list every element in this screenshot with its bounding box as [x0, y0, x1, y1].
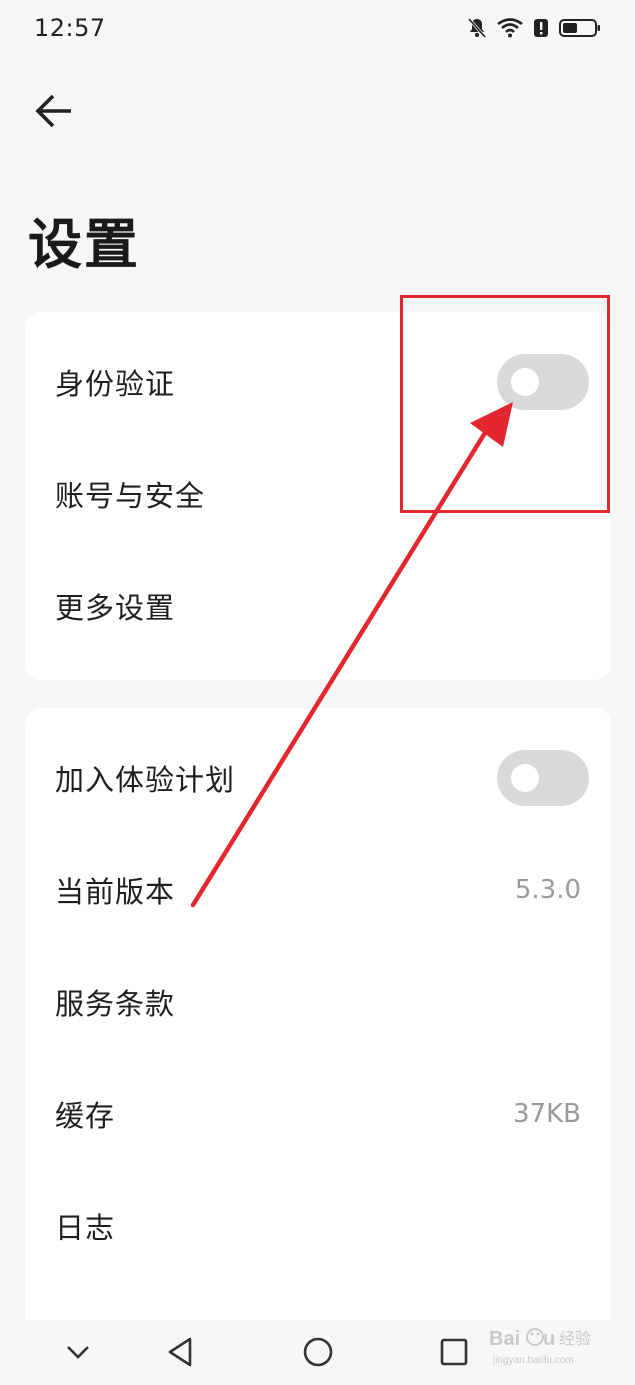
svg-text:Bai: Bai: [489, 1328, 520, 1350]
settings-card-primary: 身份验证 账号与安全 更多设置: [25, 312, 611, 680]
row-label: 身份验证: [55, 367, 176, 401]
baidu-jingyan-watermark: Bai u 经验 jingyan.baidu.com: [487, 1316, 597, 1372]
status-icons: [467, 17, 601, 39]
row-cache[interactable]: 缓存 37KB: [25, 1058, 611, 1170]
settings-card-secondary: 加入体验计划 当前版本 5.3.0 服务条款 缓存 37KB 日志: [25, 708, 611, 1348]
back-triangle-icon: [166, 1336, 194, 1372]
version-value: 5.3.0: [514, 875, 581, 905]
row-terms-of-service[interactable]: 服务条款: [25, 946, 611, 1058]
toggle-knob: [511, 368, 539, 396]
identity-verification-toggle[interactable]: [497, 354, 589, 410]
row-identity-verification[interactable]: 身份验证: [25, 326, 611, 438]
baidu-watermark-logo: Bai u 经验 jingyan.baidu.com: [489, 1328, 591, 1366]
svg-text:u: u: [543, 1328, 555, 1350]
svg-text:jingyan.baidu.com: jingyan.baidu.com: [492, 1355, 574, 1366]
status-time: 12:57: [34, 14, 106, 42]
arrow-left-icon: [33, 93, 73, 133]
recents-square-icon: [439, 1337, 469, 1371]
row-label: 当前版本: [55, 875, 176, 909]
row-logs[interactable]: 日志: [25, 1170, 611, 1282]
row-label: 服务条款: [55, 987, 176, 1021]
collapse-button[interactable]: [58, 1334, 98, 1374]
battery-icon: [559, 18, 601, 38]
row-account-security[interactable]: 账号与安全: [25, 438, 611, 550]
experience-program-toggle[interactable]: [497, 750, 589, 806]
cache-size-value: 37KB: [513, 1099, 581, 1129]
row-label: 账号与安全: [55, 479, 206, 513]
back-button[interactable]: [28, 90, 78, 136]
row-current-version[interactable]: 当前版本 5.3.0: [25, 834, 611, 946]
alert-icon: [533, 18, 549, 38]
wifi-icon: [497, 18, 523, 38]
row-label: 缓存: [55, 1099, 116, 1133]
page-title: 设置: [28, 213, 140, 276]
row-label: 加入体验计划: [55, 763, 236, 797]
status-bar: 12:57: [0, 0, 635, 56]
nav-back-button[interactable]: [160, 1334, 200, 1374]
row-label: 更多设置: [55, 591, 176, 625]
home-circle-icon: [302, 1336, 334, 1372]
row-more-settings[interactable]: 更多设置: [25, 550, 611, 662]
svg-text:经验: 经验: [559, 1329, 591, 1348]
toggle-knob: [511, 764, 539, 792]
row-experience-program[interactable]: 加入体验计划: [25, 722, 611, 834]
nav-home-button[interactable]: [298, 1334, 338, 1374]
chevron-down-icon: [65, 1344, 91, 1364]
mute-bell-icon: [467, 17, 487, 39]
nav-recents-button[interactable]: [434, 1334, 474, 1374]
row-label: 日志: [55, 1211, 116, 1245]
